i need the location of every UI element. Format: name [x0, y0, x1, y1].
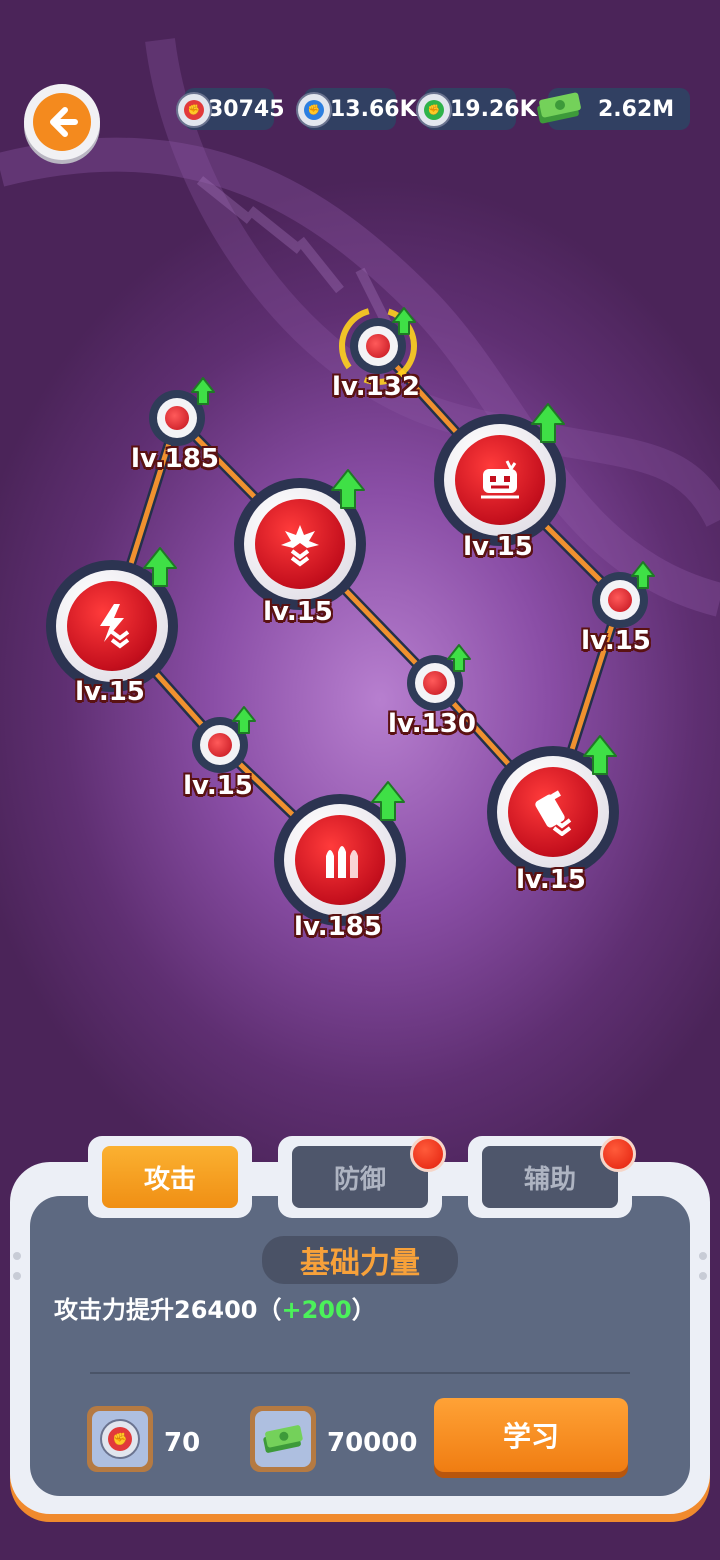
- node-level: lv.15: [581, 626, 651, 656]
- skill-node-explosion[interactable]: [234, 478, 366, 610]
- divider: [90, 1372, 630, 1374]
- skill-node-small[interactable]: [192, 717, 248, 773]
- cost-cash-box: [250, 1406, 316, 1472]
- resource-value: 2.62M: [598, 96, 675, 122]
- arrow-left-icon: [33, 93, 91, 151]
- node-level: lv.130: [388, 709, 476, 739]
- node-level: lv.15: [516, 865, 586, 895]
- resource-value: 13.66K: [330, 96, 417, 122]
- skill-node-canister[interactable]: [487, 746, 619, 878]
- resource-green-tokens: ✊ 19.26K: [416, 88, 537, 130]
- cost-token-box: ✊: [87, 1406, 153, 1472]
- resource-value: 19.26K: [450, 96, 537, 122]
- desc-bonus: +200: [281, 1296, 352, 1324]
- robot-head-icon: [481, 460, 519, 499]
- skill-title: 基础力量: [262, 1236, 458, 1284]
- bullets-icon: [326, 846, 358, 878]
- node-level: lv.15: [263, 597, 333, 627]
- node-level: lv.185: [131, 444, 219, 474]
- notification-badge: [600, 1136, 636, 1172]
- red-fist-token-icon: ✊: [176, 92, 212, 128]
- tab-label: 辅助: [482, 1146, 618, 1208]
- notification-badge: [410, 1136, 446, 1172]
- resource-red-tokens: ✊ 30745: [176, 88, 285, 130]
- skill-node-bolt[interactable]: [46, 560, 178, 692]
- tab-attack[interactable]: 攻击: [88, 1136, 252, 1218]
- red-fist-token-icon: ✊: [100, 1419, 140, 1459]
- skill-node-small[interactable]: [407, 655, 463, 711]
- explosion-chevrons-icon: [281, 525, 319, 567]
- skill-node-small[interactable]: [592, 572, 648, 628]
- node-level: lv.132: [332, 372, 420, 402]
- resource-cash: 2.62M: [537, 88, 690, 130]
- skill-node-bullets[interactable]: [274, 794, 406, 926]
- node-level: lv.185: [294, 912, 382, 942]
- green-fist-token-icon: ✊: [416, 92, 452, 128]
- bolt-chevrons-icon: [100, 604, 130, 649]
- desc-main: 攻击力提升26400（: [54, 1296, 282, 1324]
- tab-label: 攻击: [102, 1146, 238, 1208]
- skill-description: 攻击力提升26400（+200）: [54, 1290, 376, 1325]
- skill-node-small[interactable]: [350, 318, 406, 374]
- node-level: lv.15: [183, 771, 253, 801]
- desc-end: ）: [351, 1296, 376, 1324]
- cash-icon: [263, 1425, 303, 1453]
- resource-value: 30745: [208, 96, 285, 122]
- cash-icon: [534, 88, 584, 128]
- back-button[interactable]: [24, 84, 100, 160]
- node-level: lv.15: [463, 532, 533, 562]
- cost-token-value: 70: [164, 1428, 201, 1458]
- skill-node-robot[interactable]: [434, 414, 566, 546]
- cost-cash-value: 70000: [327, 1428, 418, 1458]
- skill-node-small[interactable]: [149, 390, 205, 446]
- resource-blue-tokens: ✊ 13.66K: [296, 88, 417, 130]
- tab-label: 防御: [292, 1146, 428, 1208]
- node-level: lv.15: [75, 677, 145, 707]
- learn-button[interactable]: 学习: [434, 1398, 628, 1472]
- canister-chevrons-icon: [535, 790, 572, 836]
- blue-fist-token-icon: ✊: [296, 92, 332, 128]
